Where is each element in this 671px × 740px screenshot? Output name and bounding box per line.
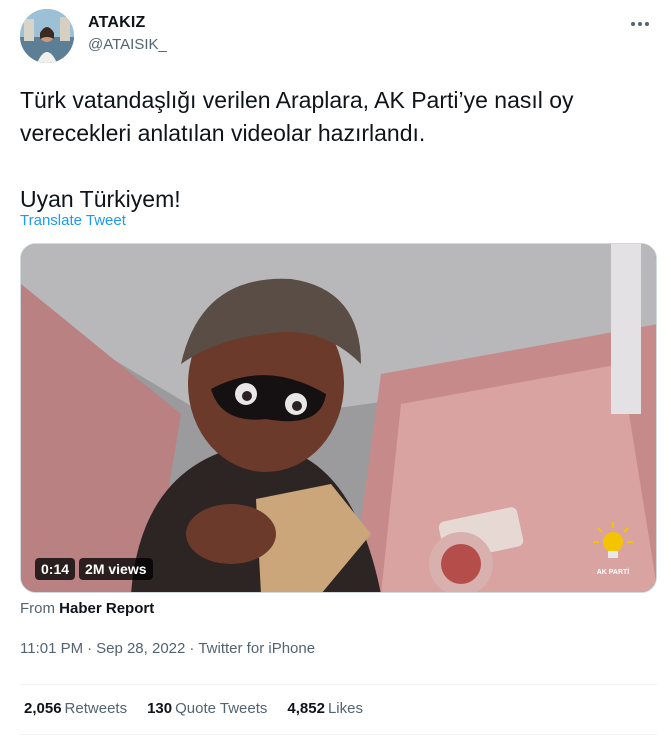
video-views-badge: 2M views [79,558,153,580]
avatar[interactable] [20,9,74,63]
more-options-icon[interactable] [625,12,655,36]
video-duration-badge: 0:14 [35,558,76,580]
video-watermark-text: AK PARTİ [596,569,630,576]
author-display-name[interactable]: ATAKIZ [88,14,145,32]
video-badges: 0:14 2M views [35,558,153,580]
lightbulb-logo-icon: AK PARTİ [590,520,636,576]
tweet-client-link[interactable]: Twitter for iPhone [198,640,315,657]
likes-label: Likes [327,700,363,717]
divider [20,734,657,735]
tweet-metadata: 11:01 PM · Sep 28, 2022 · Twitter for iPhone [20,640,315,657]
tweet-date[interactable]: Sep 28, 2022 [96,640,185,657]
source-account-link[interactable]: Haber Report [59,600,154,617]
quote-tweets-count: 130 [147,700,173,717]
engagement-stats: 2,056 Retweets 130 Quote Tweets 4,852 Likes [24,700,363,717]
retweets-label: Retweets [64,700,128,717]
video-source: From Haber Report [20,600,154,617]
tweet-text: Türk vatandaşlığı verilen Araplara, AK P… [20,84,660,216]
tweet-text-paragraph: Türk vatandaşlığı verilen Araplara, AK P… [20,87,574,146]
translate-tweet-link[interactable]: Translate Tweet [20,212,126,229]
video-player[interactable]: 0:14 2M views AK PARTİ [20,243,657,593]
tweet-card: ATAKIZ @ATAISIK_ Türk vatandaşlığı veril… [0,0,671,740]
quote-tweets-label: Quote Tweets [175,700,268,717]
meta-separator: · [87,640,93,657]
likes-stat[interactable]: 4,852 Likes [287,700,363,717]
likes-count: 4,852 [287,700,325,717]
meta-separator: · [189,640,195,657]
quote-tweets-stat[interactable]: 130 Quote Tweets [147,700,267,717]
retweets-count: 2,056 [24,700,62,717]
divider [20,684,657,685]
tweet-time[interactable]: 11:01 PM [20,640,83,657]
video-thumbnail [21,244,656,592]
source-prefix: From [20,600,55,617]
author-handle[interactable]: @ATAISIK_ [88,36,167,53]
retweets-stat[interactable]: 2,056 Retweets [24,700,127,717]
